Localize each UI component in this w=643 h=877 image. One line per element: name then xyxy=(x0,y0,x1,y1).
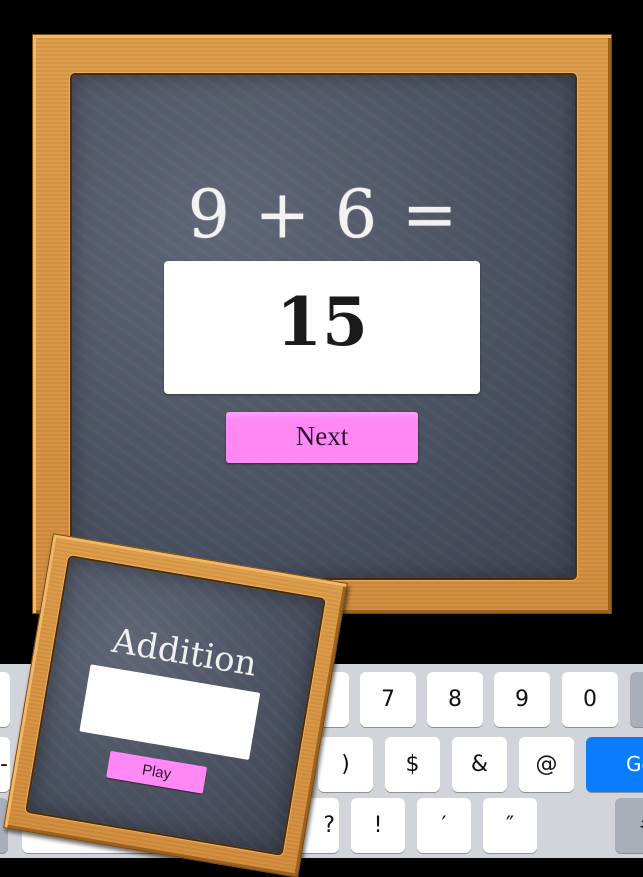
key-exclamation[interactable]: ! xyxy=(351,798,405,853)
next-button[interactable]: Next xyxy=(226,412,418,463)
key-9[interactable]: 9 xyxy=(494,672,550,727)
key-delete[interactable] xyxy=(630,672,643,727)
equation-label: 9 + 6 = xyxy=(187,176,460,253)
mini-chalkboard-frame: Addition Play xyxy=(2,532,348,877)
key[interactable] xyxy=(0,672,10,727)
key-go[interactable]: Go xyxy=(586,737,643,792)
key-7[interactable]: 7 xyxy=(360,672,416,727)
mini-addition-card[interactable]: Addition Play xyxy=(2,532,348,877)
main-chalkboard-frame: 9 + 6 = 15 Next xyxy=(32,34,612,614)
key-symbols[interactable]: #+= xyxy=(615,798,643,853)
key-0[interactable]: 0 xyxy=(562,672,618,727)
key-dash[interactable]: - xyxy=(0,737,10,792)
key-8[interactable]: 8 xyxy=(427,672,483,727)
key-close-paren[interactable]: ) xyxy=(318,737,373,792)
key-double-prime[interactable]: ″ xyxy=(483,798,537,853)
key-ampersand[interactable]: & xyxy=(452,737,507,792)
key-prime[interactable]: ′ xyxy=(417,798,471,853)
key-at[interactable]: @ xyxy=(519,737,574,792)
play-button[interactable]: Play xyxy=(105,750,207,794)
mini-chalkboard: Addition Play xyxy=(26,556,324,854)
answer-value: 15 xyxy=(276,283,368,361)
main-chalkboard: 9 + 6 = 15 Next xyxy=(72,75,575,578)
answer-input[interactable]: 15 xyxy=(164,261,480,394)
key-dollar[interactable]: $ xyxy=(385,737,440,792)
